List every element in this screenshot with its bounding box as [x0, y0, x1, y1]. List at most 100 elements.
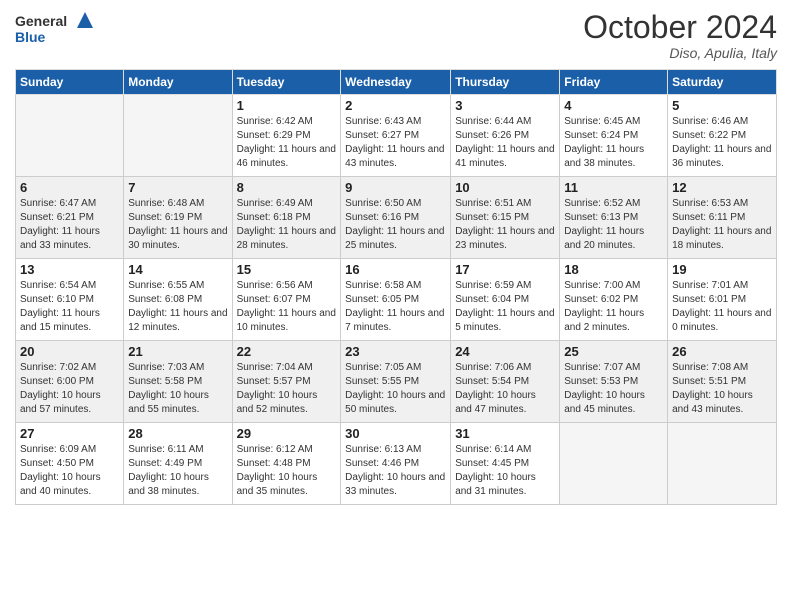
calendar-week-row: 13 Sunrise: 6:54 AMSunset: 6:10 PMDayligh… [16, 259, 777, 341]
day-info: Sunrise: 7:01 AMSunset: 6:01 PMDaylight:… [672, 279, 772, 335]
day-number: 29 [237, 426, 337, 441]
table-row: 23Sunrise: 7:05 AMSunset: 5:55 PMDayligh… [341, 341, 451, 423]
month-title: October 2024 [583, 10, 777, 45]
day-info: Sunrise: 7:04 AMSunset: 5:57 PMDaylight:… [237, 361, 337, 417]
day-number: 14 [128, 262, 227, 277]
table-row: 18 Sunrise: 7:00 AMSunset: 6:02 PMDayligh… [560, 259, 668, 341]
day-info: Sunrise: 6:47 AMSunset: 6:21 PMDaylight:… [20, 197, 119, 253]
table-row: 12 Sunrise: 6:53 AMSunset: 6:11 PMDayligh… [668, 177, 777, 259]
day-number: 4 [564, 98, 663, 113]
day-info: Sunrise: 6:14 AMSunset: 4:45 PMDaylight:… [455, 443, 555, 499]
svg-text:General: General [15, 13, 67, 29]
day-number: 13 [20, 262, 119, 277]
day-info: Sunrise: 6:48 AMSunset: 6:19 PMDaylight:… [128, 197, 227, 253]
day-number: 18 [564, 262, 663, 277]
day-number: 8 [237, 180, 337, 195]
logo: General Blue [15, 10, 95, 48]
table-row: 13 Sunrise: 6:54 AMSunset: 6:10 PMDayligh… [16, 259, 124, 341]
table-row: 11 Sunrise: 6:52 AMSunset: 6:13 PMDayligh… [560, 177, 668, 259]
table-row: 3 Sunrise: 6:44 AMSunset: 6:26 PMDaylight… [451, 95, 560, 177]
table-row: 22Sunrise: 7:04 AMSunset: 5:57 PMDayligh… [232, 341, 341, 423]
col-sunday: Sunday [16, 70, 124, 95]
day-info: Sunrise: 6:43 AMSunset: 6:27 PMDaylight:… [345, 115, 446, 171]
table-row: 14Sunrise: 6:55 AMSunset: 6:08 PMDayligh… [124, 259, 232, 341]
calendar-week-row: 27Sunrise: 6:09 AMSunset: 4:50 PMDayligh… [16, 423, 777, 505]
calendar-week-row: 6 Sunrise: 6:47 AMSunset: 6:21 PMDaylight… [16, 177, 777, 259]
day-info: Sunrise: 6:53 AMSunset: 6:11 PMDaylight:… [672, 197, 772, 253]
day-number: 10 [455, 180, 555, 195]
col-thursday: Thursday [451, 70, 560, 95]
table-row: 19 Sunrise: 7:01 AMSunset: 6:01 PMDayligh… [668, 259, 777, 341]
table-row: 5 Sunrise: 6:46 AMSunset: 6:22 PMDaylight… [668, 95, 777, 177]
table-row: 6 Sunrise: 6:47 AMSunset: 6:21 PMDaylight… [16, 177, 124, 259]
table-row: 8Sunrise: 6:49 AMSunset: 6:18 PMDaylight… [232, 177, 341, 259]
table-row: 9Sunrise: 6:50 AMSunset: 6:16 PMDaylight… [341, 177, 451, 259]
day-number: 3 [455, 98, 555, 113]
day-number: 12 [672, 180, 772, 195]
day-number: 15 [237, 262, 337, 277]
col-friday: Friday [560, 70, 668, 95]
col-monday: Monday [124, 70, 232, 95]
day-info: Sunrise: 7:02 AMSunset: 6:00 PMDaylight:… [20, 361, 119, 417]
day-number: 5 [672, 98, 772, 113]
table-row: 21Sunrise: 7:03 AMSunset: 5:58 PMDayligh… [124, 341, 232, 423]
table-row: 7 Sunrise: 6:48 AMSunset: 6:19 PMDaylight… [124, 177, 232, 259]
title-block: October 2024 Diso, Apulia, Italy [583, 10, 777, 61]
day-info: Sunrise: 6:42 AMSunset: 6:29 PMDaylight:… [237, 115, 337, 171]
table-row: 15 Sunrise: 6:56 AMSunset: 6:07 PMDayligh… [232, 259, 341, 341]
logo-svg: General Blue [15, 10, 95, 48]
day-number: 20 [20, 344, 119, 359]
day-number: 17 [455, 262, 555, 277]
calendar-week-row: 20 Sunrise: 7:02 AMSunset: 6:00 PMDayligh… [16, 341, 777, 423]
day-info: Sunrise: 6:44 AMSunset: 6:26 PMDaylight:… [455, 115, 555, 171]
table-row: 16 Sunrise: 6:58 AMSunset: 6:05 PMDayligh… [341, 259, 451, 341]
table-row: 1Sunrise: 6:42 AMSunset: 6:29 PMDaylight… [232, 95, 341, 177]
day-number: 31 [455, 426, 555, 441]
day-number: 16 [345, 262, 446, 277]
table-row: 4 Sunrise: 6:45 AMSunset: 6:24 PMDaylight… [560, 95, 668, 177]
table-row: 20 Sunrise: 7:02 AMSunset: 6:00 PMDayligh… [16, 341, 124, 423]
svg-text:Blue: Blue [15, 29, 46, 45]
table-row: 17 Sunrise: 6:59 AMSunset: 6:04 PMDayligh… [451, 259, 560, 341]
table-row: 28Sunrise: 6:11 AMSunset: 4:49 PMDayligh… [124, 423, 232, 505]
day-number: 30 [345, 426, 446, 441]
day-info: Sunrise: 7:06 AMSunset: 5:54 PMDaylight:… [455, 361, 555, 417]
day-number: 6 [20, 180, 119, 195]
day-info: Sunrise: 7:05 AMSunset: 5:55 PMDaylight:… [345, 361, 446, 417]
table-row: 25Sunrise: 7:07 AMSunset: 5:53 PMDayligh… [560, 341, 668, 423]
day-number: 7 [128, 180, 227, 195]
day-number: 21 [128, 344, 227, 359]
header: General Blue October 2024 Diso, Apulia, … [15, 10, 777, 61]
day-info: Sunrise: 6:46 AMSunset: 6:22 PMDaylight:… [672, 115, 772, 171]
day-info: Sunrise: 7:07 AMSunset: 5:53 PMDaylight:… [564, 361, 663, 417]
page: General Blue October 2024 Diso, Apulia, … [0, 0, 792, 612]
table-row [560, 423, 668, 505]
table-row [124, 95, 232, 177]
day-number: 9 [345, 180, 446, 195]
table-row: 31 Sunrise: 6:14 AMSunset: 4:45 PMDayligh… [451, 423, 560, 505]
day-info: Sunrise: 6:09 AMSunset: 4:50 PMDaylight:… [20, 443, 119, 499]
day-number: 11 [564, 180, 663, 195]
day-info: Sunrise: 6:59 AMSunset: 6:04 PMDaylight:… [455, 279, 555, 335]
table-row [668, 423, 777, 505]
table-row: 30Sunrise: 6:13 AMSunset: 4:46 PMDayligh… [341, 423, 451, 505]
day-info: Sunrise: 6:52 AMSunset: 6:13 PMDaylight:… [564, 197, 663, 253]
col-tuesday: Tuesday [232, 70, 341, 95]
day-info: Sunrise: 6:54 AMSunset: 6:10 PMDaylight:… [20, 279, 119, 335]
day-number: 26 [672, 344, 772, 359]
day-info: Sunrise: 6:12 AMSunset: 4:48 PMDaylight:… [237, 443, 337, 499]
day-info: Sunrise: 6:45 AMSunset: 6:24 PMDaylight:… [564, 115, 663, 171]
table-row: 24Sunrise: 7:06 AMSunset: 5:54 PMDayligh… [451, 341, 560, 423]
day-info: Sunrise: 6:51 AMSunset: 6:15 PMDaylight:… [455, 197, 555, 253]
calendar-table: Sunday Monday Tuesday Wednesday Thursday… [15, 69, 777, 505]
day-info: Sunrise: 6:56 AMSunset: 6:07 PMDaylight:… [237, 279, 337, 335]
day-info: Sunrise: 6:58 AMSunset: 6:05 PMDaylight:… [345, 279, 446, 335]
table-row [16, 95, 124, 177]
col-saturday: Saturday [668, 70, 777, 95]
table-row: 29 Sunrise: 6:12 AMSunset: 4:48 PMDayligh… [232, 423, 341, 505]
col-wednesday: Wednesday [341, 70, 451, 95]
table-row: 10 Sunrise: 6:51 AMSunset: 6:15 PMDayligh… [451, 177, 560, 259]
table-row: 26Sunrise: 7:08 AMSunset: 5:51 PMDayligh… [668, 341, 777, 423]
day-number: 19 [672, 262, 772, 277]
day-info: Sunrise: 7:00 AMSunset: 6:02 PMDaylight:… [564, 279, 663, 335]
